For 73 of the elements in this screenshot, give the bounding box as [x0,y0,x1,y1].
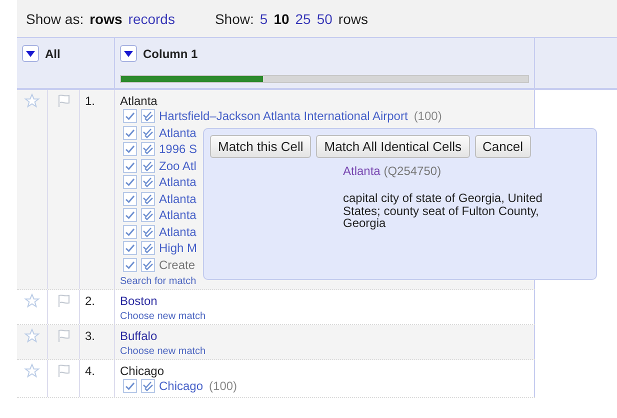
check-icon[interactable] [123,175,137,190]
row-number: 1. [85,94,96,108]
cell-value: Atlanta [120,94,158,108]
double-check-icon[interactable] [141,208,155,222]
check-icon[interactable] [123,109,137,124]
page-size-link[interactable]: 5 [260,10,268,26]
double-check-icon[interactable] [141,175,155,190]
candidate-link[interactable]: Atlanta [159,208,196,222]
check-icon[interactable] [123,158,137,173]
candidate-score: (100) [209,379,238,394]
star-icon[interactable] [24,93,40,109]
flag-icon[interactable] [56,93,72,109]
row-number: 4. [85,364,96,378]
check-icon[interactable] [123,126,137,140]
double-check-icon[interactable] [141,258,155,272]
rows-label: rows [338,10,368,26]
candidate-link[interactable]: Atlanta [159,175,196,190]
check-icon[interactable] [123,208,137,222]
double-check-icon[interactable] [141,224,155,239]
action-link[interactable]: Search for match [120,276,196,287]
check-icon[interactable] [123,224,137,239]
flag-icon[interactable] [56,293,72,309]
check-icon[interactable] [123,192,137,206]
row-number: 2. [85,294,96,308]
action-link[interactable]: Choose new match [120,311,206,322]
check-icon[interactable] [123,241,137,256]
check-icon[interactable] [123,258,137,272]
column-title: Column 1 [143,46,198,60]
double-check-icon[interactable] [141,158,155,173]
show-as-label: Show as: [26,10,84,26]
flag-icon[interactable] [56,328,72,344]
column-title: All [45,46,60,60]
view-mode-link[interactable]: rows [90,10,122,26]
popup-button[interactable]: Match this Cell [210,135,312,158]
candidate-link[interactable]: Hartsfield–Jackson Atlanta International Airport [159,109,408,124]
dropdown-icon[interactable] [22,45,39,62]
page-size-link[interactable]: 50 [316,10,332,26]
check-icon[interactable] [123,142,137,156]
candidate-score: (100) [414,109,442,124]
candidate-link[interactable]: Zoo Atl [159,158,196,173]
popup-button[interactable]: Cancel [474,135,531,158]
double-check-icon[interactable] [141,379,155,394]
row-number: 3. [85,329,96,343]
entity-description: capital city of state of Georgia, United States; county seat of Fulton County, Georgia [343,192,544,230]
candidate-link[interactable]: Atlanta [159,126,196,140]
candidate-link[interactable]: Atlanta [159,224,196,239]
matched-value-link[interactable]: Buffalo [120,329,158,343]
double-check-icon[interactable] [141,109,155,124]
entity-link[interactable]: Atlanta [343,164,380,178]
star-icon[interactable] [24,293,40,309]
double-check-icon[interactable] [141,192,155,206]
flag-icon[interactable] [56,363,72,379]
candidate-link[interactable]: High M [159,241,198,256]
double-check-icon[interactable] [141,126,155,140]
page-size-link[interactable]: 25 [295,10,311,26]
double-check-icon[interactable] [141,142,155,156]
check-icon[interactable] [123,379,137,394]
candidate-link[interactable]: 1996 S [159,142,198,156]
popup-button[interactable]: Match All Identical Cells [316,135,470,158]
page-size-link[interactable]: 10 [274,10,290,26]
matched-value-link[interactable]: Boston [120,294,158,308]
cell-value: Chicago [120,364,164,378]
candidate-link[interactable]: Atlanta [159,192,196,206]
view-mode-link[interactable]: records [128,10,175,26]
create-new-link[interactable]: Create [159,258,196,272]
star-icon[interactable] [24,363,40,379]
entity-id: (Q254750) [384,164,442,178]
action-link[interactable]: Choose new match [120,346,206,357]
star-icon[interactable] [24,328,40,344]
dropdown-icon[interactable] [120,45,137,62]
candidate-link[interactable]: Chicago [159,379,204,394]
show-label: Show: [214,10,254,26]
double-check-icon[interactable] [141,241,155,256]
